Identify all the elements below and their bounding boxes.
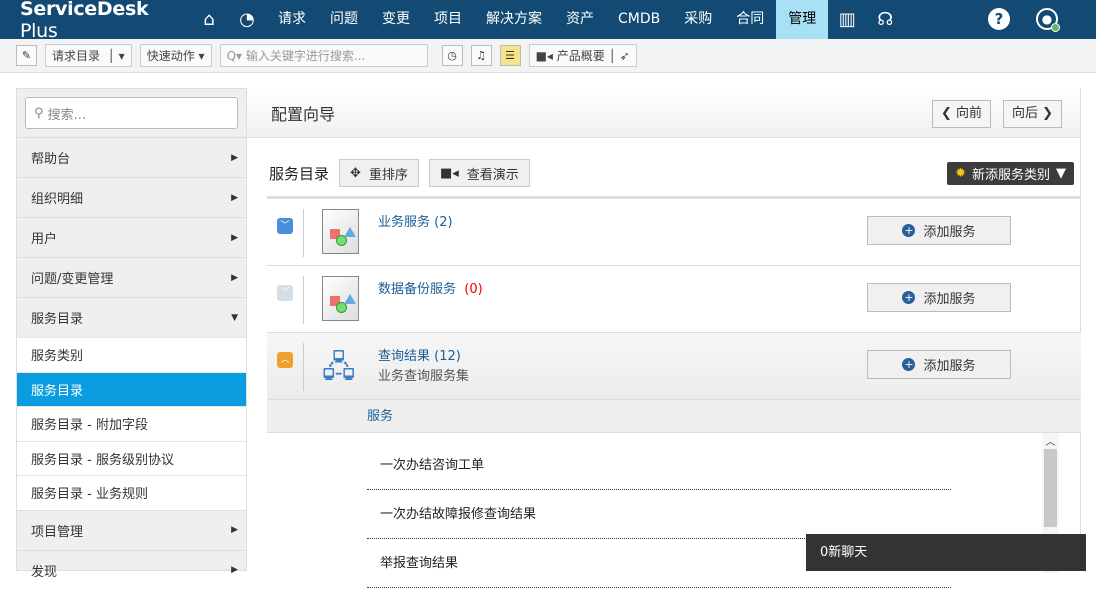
- nav-purchase[interactable]: 采购: [672, 0, 724, 39]
- add-category-button[interactable]: ✹ 新添服务类别 ▼: [947, 162, 1074, 185]
- section-title: 服务目录: [269, 164, 330, 183]
- category-icon: [322, 276, 359, 321]
- sidebar: ⚲ 搜索... 帮助台 ▶ 组织明细 ▶ 用户 ▶ 问题/变更管理 ▶ 服务目录 ▼ 服务…: [16, 88, 247, 580]
- search-icon: Q▾: [226, 48, 246, 63]
- plus-icon: +: [902, 291, 916, 304]
- sidebar-sub-business-rules[interactable]: 服务目录 - 业务规则: [17, 475, 246, 510]
- category-description: 业务查询服务集: [378, 369, 470, 384]
- category-title[interactable]: 查询结果 (12): [378, 345, 461, 364]
- gear-icon: ✹: [955, 166, 966, 181]
- nav-requests[interactable]: 请求: [266, 0, 318, 39]
- sidebar-item-org[interactable]: 组织明细 ▶: [17, 177, 246, 217]
- nav-projects[interactable]: 项目: [422, 0, 474, 39]
- sidebar-item-helpdesk[interactable]: 帮助台 ▶: [17, 137, 246, 177]
- top-nav: ServiceDesk Plus ⌂ ◔ 请求 问题 变更 项目 解决方案 资产…: [0, 0, 1096, 42]
- caret-right-icon: ▶: [231, 232, 238, 243]
- quick-actions-dropdown[interactable]: 快速动作 ▾: [139, 44, 212, 67]
- scroll-up-icon[interactable]: ︿: [1042, 433, 1059, 448]
- video-icon: ■◂: [439, 165, 459, 181]
- toolbar: ✎ 请求目录 │ ▾ 快速动作 ▾ Q▾ 输入关键字进行搜索... ◷ ♫ ☰ …: [0, 39, 1096, 73]
- nav-changes[interactable]: 变更: [370, 0, 422, 39]
- expand-toggle[interactable]: ﹀: [277, 218, 293, 234]
- user-avatar-icon[interactable]: ●: [1036, 8, 1060, 32]
- sidebar-item-problem-change[interactable]: 问题/变更管理 ▶: [17, 257, 246, 297]
- network-icon: 🖧: [322, 350, 356, 385]
- category-row: ﹀ 数据备份服务 (0) + 添加服务: [267, 266, 1081, 333]
- page-title: 配置向导: [271, 104, 336, 124]
- sidebar-search-input[interactable]: ⚲ 搜索...: [25, 97, 238, 129]
- nav-solutions[interactable]: 解决方案: [474, 0, 554, 39]
- caret-right-icon: ▶: [231, 525, 238, 535]
- headset-icon[interactable]: ☊: [866, 9, 904, 30]
- services-header: 服务: [267, 400, 1081, 433]
- home-icon[interactable]: ⌂: [190, 9, 228, 30]
- nav-cmdb[interactable]: CMDB: [606, 0, 672, 39]
- category-icon: [322, 209, 359, 254]
- nav-admin[interactable]: 管理: [776, 0, 829, 39]
- expand-toggle[interactable]: ﹀: [277, 285, 293, 301]
- sidebar-item-service-catalog[interactable]: 服务目录 ▼: [17, 297, 246, 337]
- add-service-button[interactable]: + 添加服务: [867, 216, 1011, 245]
- sidebar-item-discovery[interactable]: 发现 ▶: [17, 549, 246, 590]
- dashboard-icon[interactable]: ◔: [228, 9, 266, 30]
- nav-assets[interactable]: 资产: [554, 0, 606, 39]
- logo[interactable]: ServiceDesk Plus: [0, 0, 190, 42]
- sidebar-sub-additional-fields[interactable]: 服务目录 - 附加字段: [17, 406, 246, 441]
- bell-icon[interactable]: ♫: [470, 45, 492, 66]
- new-request-icon[interactable]: ✎: [16, 45, 37, 66]
- sidebar-sub-sla[interactable]: 服务目录 - 服务级别协议: [17, 440, 246, 475]
- category-title[interactable]: 业务服务 (2): [378, 211, 453, 230]
- chat-bar[interactable]: 0新聊天: [806, 534, 1086, 571]
- sidebar-sub-service-catalog[interactable]: 服务目录: [17, 371, 246, 406]
- view-demo-button[interactable]: ■◂ 查看演示: [428, 159, 530, 187]
- search-icon: ⚲: [34, 105, 48, 121]
- collapse-toggle[interactable]: ︿: [277, 352, 293, 368]
- sidebar-item-project-management[interactable]: 项目管理 ▶: [17, 509, 246, 550]
- prev-button[interactable]: ❮ 向前: [932, 100, 992, 128]
- caret-right-icon: ▶: [231, 192, 238, 203]
- plus-icon: +: [902, 358, 916, 371]
- history-icon[interactable]: ◷: [441, 45, 463, 66]
- category-row: ﹀ 业务服务 (2) + 添加服务: [267, 199, 1081, 266]
- plus-icon: +: [902, 224, 916, 237]
- next-button[interactable]: 向后 ❯: [1003, 100, 1063, 128]
- caret-right-icon: ▶: [231, 272, 238, 283]
- nav-contracts[interactable]: 合同: [724, 0, 776, 39]
- category-row: ︿ 🖧 查询结果 (12) 业务查询服务集 + 添加服务: [267, 333, 1081, 400]
- service-item[interactable]: 一次办结咨询工单: [367, 441, 951, 490]
- request-catalog-dropdown[interactable]: 请求目录 │ ▾: [45, 44, 132, 67]
- video-icon: ■◂: [535, 48, 557, 63]
- category-list: ﹀ 业务服务 (2) + 添加服务 ﹀ 数据备份服务 (0) + 添加服务 ︿ 🖧 …: [267, 196, 1081, 588]
- reorder-button[interactable]: ✥ 重排序: [339, 159, 419, 187]
- sidebar-sub-service-categories[interactable]: 服务类别: [17, 337, 246, 372]
- notes-icon[interactable]: ☰: [499, 45, 521, 66]
- reports-icon[interactable]: ▥: [828, 9, 866, 30]
- move-icon: ✥: [350, 165, 361, 181]
- nav-problems[interactable]: 问题: [318, 0, 370, 39]
- product-overview-button[interactable]: ■◂ 产品概要 │ ➶: [528, 44, 637, 67]
- help-icon[interactable]: ?: [988, 8, 1010, 30]
- main-panel: 配置向导 ❮ 向前 向后 ❯ 服务目录 ✥ 重排序 ■◂ 查看演示 ✹ 新添服务类别 …: [247, 88, 1081, 588]
- add-service-button[interactable]: + 添加服务: [867, 283, 1011, 312]
- caret-right-icon: ▶: [231, 565, 238, 575]
- category-title[interactable]: 数据备份服务 (0): [378, 278, 483, 297]
- caret-down-icon: ▼: [231, 312, 238, 323]
- sidebar-item-users[interactable]: 用户 ▶: [17, 217, 246, 257]
- global-search-input[interactable]: Q▾ 输入关键字进行搜索...: [219, 44, 428, 67]
- add-service-button[interactable]: + 添加服务: [867, 350, 1011, 379]
- service-item[interactable]: 一次办结故障报修查询结果: [367, 490, 951, 539]
- caret-right-icon: ▶: [231, 152, 238, 163]
